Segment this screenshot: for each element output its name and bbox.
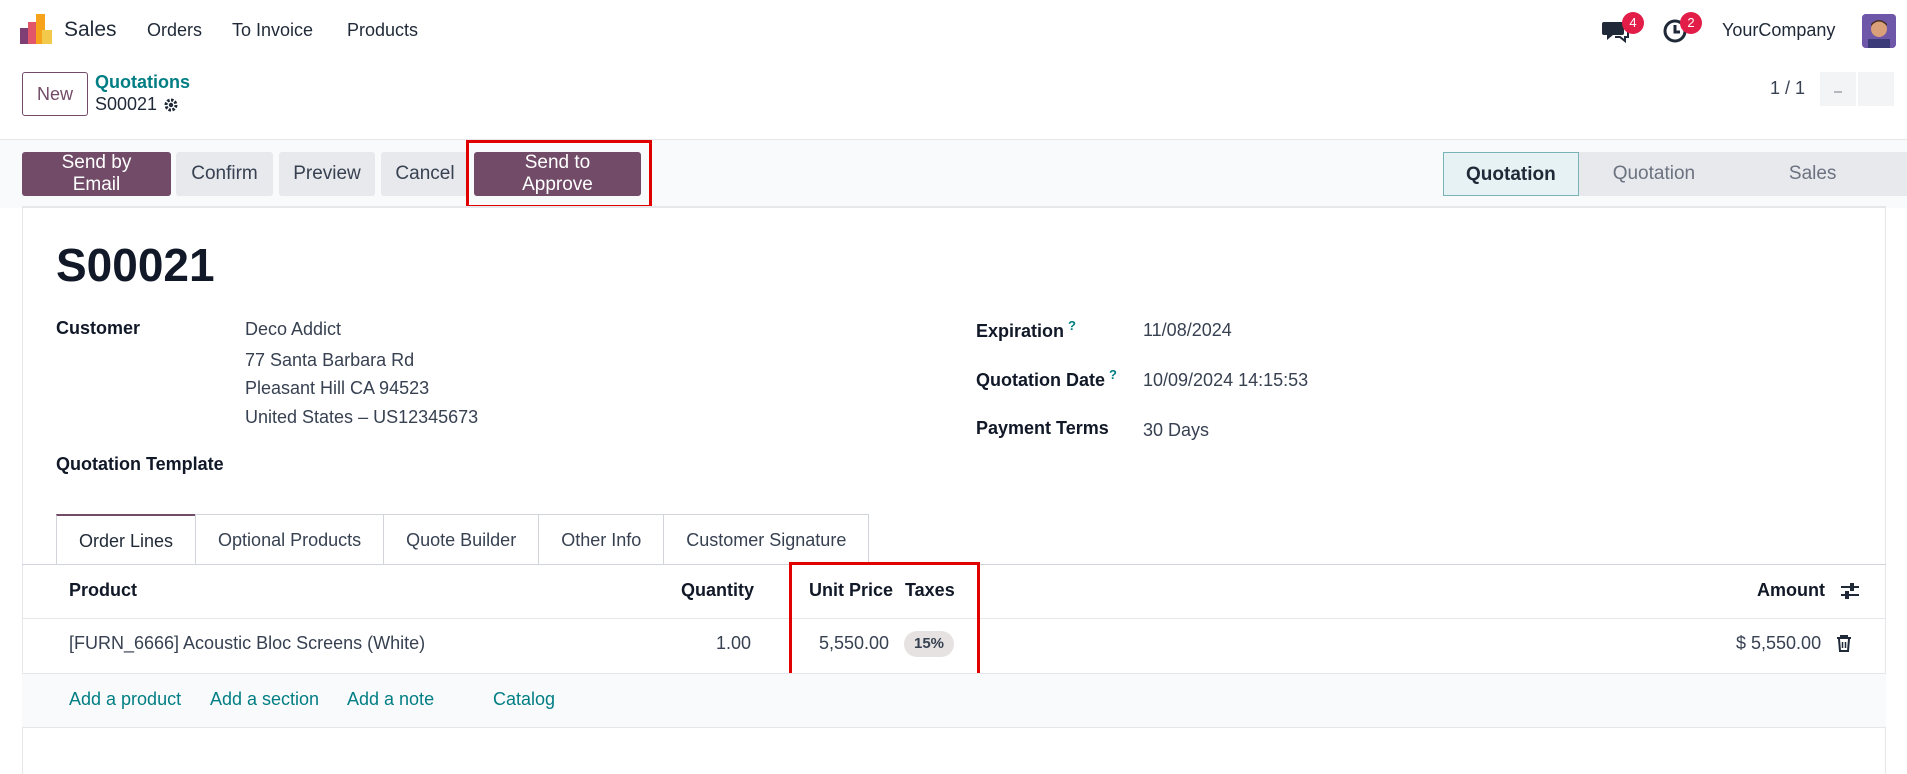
breadcrumb-current: S00021 bbox=[95, 94, 179, 115]
column-header-quantity[interactable]: Quantity bbox=[681, 580, 754, 601]
tab-optional-products[interactable]: Optional Products bbox=[195, 514, 385, 564]
add-product-link[interactable]: Add a product bbox=[69, 689, 181, 710]
tab-other-info[interactable]: Other Info bbox=[538, 514, 665, 564]
customer-label: Customer bbox=[56, 318, 141, 338]
user-portrait-icon bbox=[1862, 14, 1896, 48]
send-by-email-button[interactable]: Send by Email bbox=[22, 152, 171, 196]
quotation-date-value[interactable]: 10/09/2024 14:15:53 bbox=[1143, 370, 1308, 391]
row-product[interactable]: [FURN_6666] Acoustic Bloc Screens (White… bbox=[69, 633, 425, 654]
customer-address-line1: 77 Santa Barbara Rd bbox=[245, 350, 415, 370]
preview-button[interactable]: Preview bbox=[279, 152, 375, 196]
add-section-link[interactable]: Add a section bbox=[210, 689, 319, 710]
highlight-box-send-to-approve bbox=[466, 140, 652, 208]
action-bar: Send by Email Confirm Preview Cancel Sen… bbox=[0, 140, 1907, 228]
company-switcher[interactable]: YourCompany bbox=[1722, 20, 1835, 41]
menu-products[interactable]: Products bbox=[347, 20, 418, 41]
quotation-date-label: Quotation Date? bbox=[976, 367, 1117, 391]
chevron-left-icon bbox=[1834, 90, 1842, 93]
cancel-button[interactable]: Cancel bbox=[381, 152, 469, 196]
expiration-label: Expiration? bbox=[976, 318, 1076, 342]
row-amount: $ 5,550.00 bbox=[1736, 633, 1822, 653]
breadcrumb-quotations[interactable]: Quotations bbox=[95, 72, 190, 93]
customer-name[interactable]: Deco Addict bbox=[245, 319, 341, 340]
sales-app-logo[interactable] bbox=[20, 14, 52, 44]
stage-sales-order[interactable]: Sales Order bbox=[1754, 152, 1907, 228]
pager-value[interactable]: 1 / 1 bbox=[1770, 78, 1805, 99]
row-quantity[interactable]: 1.00 bbox=[716, 633, 751, 654]
tab-quote-builder[interactable]: Quote Builder bbox=[383, 514, 540, 564]
column-header-amount[interactable]: Amount bbox=[1757, 580, 1825, 601]
new-button[interactable]: New bbox=[22, 72, 88, 116]
tab-order-lines[interactable]: Order Lines bbox=[56, 514, 197, 564]
quotation-template-label: Quotation Template bbox=[56, 454, 224, 474]
trash-icon[interactable] bbox=[1836, 634, 1852, 652]
expiration-help-icon[interactable]: ? bbox=[1068, 318, 1076, 333]
payment-terms-value[interactable]: 30 Days bbox=[1143, 420, 1209, 441]
quotation-date-label-text: Quotation Date bbox=[976, 370, 1105, 390]
app-name[interactable]: Sales bbox=[64, 18, 117, 42]
confirm-button[interactable]: Confirm bbox=[176, 152, 273, 196]
customer-address-line3: United States – US12345673 bbox=[245, 407, 479, 427]
stage-quotation-sent[interactable]: Quotation Sent bbox=[1578, 152, 1755, 228]
stage-quotation[interactable]: Quotation bbox=[1443, 152, 1579, 196]
pager-previous-button[interactable] bbox=[1820, 72, 1856, 106]
highlight-box-unit-price-taxes bbox=[789, 562, 980, 677]
notebook-tabs: Order Lines Optional Products Quote Buil… bbox=[56, 514, 870, 564]
user-avatar[interactable] bbox=[1862, 14, 1896, 48]
quotation-date-help-icon[interactable]: ? bbox=[1109, 367, 1117, 382]
catalog-link[interactable]: Catalog bbox=[493, 689, 555, 710]
add-row-divider bbox=[22, 727, 1886, 728]
expiration-label-text: Expiration bbox=[976, 321, 1065, 341]
tab-customer-signature[interactable]: Customer Signature bbox=[663, 514, 870, 564]
optional-columns-settings-icon[interactable] bbox=[1839, 580, 1861, 602]
top-navbar: Sales Orders To Invoice Products 4 2 You… bbox=[0, 0, 1907, 60]
activities-badge: 2 bbox=[1680, 12, 1702, 34]
status-bar: Quotation Quotation Sent Sales Order bbox=[1443, 152, 1907, 228]
expiration-value[interactable]: 11/08/2024 bbox=[1143, 320, 1232, 341]
document-title: S00021 bbox=[56, 239, 215, 291]
menu-orders[interactable]: Orders bbox=[147, 20, 202, 41]
menu-to-invoice[interactable]: To Invoice bbox=[232, 20, 313, 41]
control-panel: New Quotations S00021 1 / 1 bbox=[0, 60, 1907, 140]
breadcrumb-current-label: S00021 bbox=[95, 94, 158, 114]
customer-address-line2: Pleasant Hill CA 94523 bbox=[245, 378, 430, 398]
messages-badge: 4 bbox=[1622, 12, 1644, 34]
add-note-link[interactable]: Add a note bbox=[347, 689, 434, 710]
pager-next-button[interactable] bbox=[1858, 72, 1894, 106]
gear-icon[interactable] bbox=[163, 97, 179, 113]
payment-terms-label: Payment Terms bbox=[976, 418, 1109, 438]
column-header-product[interactable]: Product bbox=[69, 580, 137, 601]
